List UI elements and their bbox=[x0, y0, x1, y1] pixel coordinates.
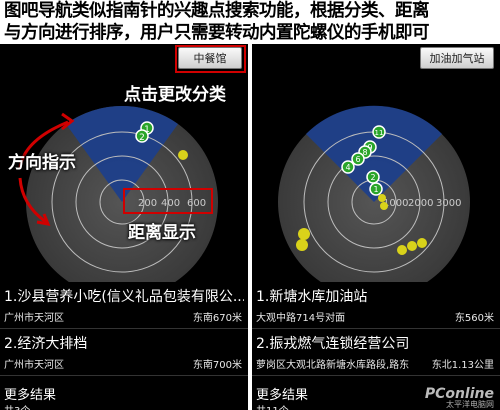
poi-dot[interactable] bbox=[417, 238, 427, 248]
poi-dot[interactable] bbox=[178, 150, 188, 160]
result-item-1[interactable]: 1.新塘水库加油站 大观中路714号对面 东560米 bbox=[252, 282, 500, 329]
result-distance: 东560米 bbox=[454, 313, 494, 324]
result-title: 2.振戎燃气连锁经营公司 bbox=[256, 336, 410, 352]
poi-dot[interactable] bbox=[397, 245, 407, 255]
highlight-category-box bbox=[175, 45, 246, 73]
highlight-distance-box bbox=[123, 188, 213, 214]
poi-dot[interactable] bbox=[380, 202, 388, 210]
poi-marker-11[interactable]: 11 bbox=[372, 125, 386, 139]
result-distance: 东南700米 bbox=[192, 360, 242, 371]
caption: 图吧导航类似指南针的兴趣点搜索功能，根据分类、距离 与方向进行排序，用户只需要转… bbox=[4, 0, 498, 44]
more-results[interactable]: 更多结果 共3个 bbox=[0, 376, 248, 410]
right-phone-screen: 加油加气站 1000 2000 3000 11 9 8 6 4 2 1 1.新塘… bbox=[252, 44, 500, 410]
result-distance: 东北1.13公里 bbox=[431, 360, 494, 371]
result-title: 1.新塘水库加油站 bbox=[256, 289, 368, 305]
more-results-count: 共11个 bbox=[256, 402, 289, 410]
poi-marker-4[interactable]: 4 bbox=[341, 160, 355, 174]
annotation-direction: 方向指示 bbox=[8, 153, 76, 173]
poi-dot[interactable] bbox=[407, 241, 417, 251]
result-title: 2.经济大排档 bbox=[4, 336, 88, 352]
svg-text:6: 6 bbox=[355, 155, 360, 164]
result-title: 1.沙县营养小吃(信义礼品包装有限公... bbox=[4, 289, 244, 305]
poi-marker-2[interactable]: 2 bbox=[135, 129, 149, 143]
svg-text:4: 4 bbox=[345, 163, 350, 172]
result-address: 广州市天河区 bbox=[4, 313, 64, 324]
poi-dot[interactable] bbox=[378, 194, 386, 202]
svg-text:2: 2 bbox=[139, 133, 145, 143]
results-list: 1.沙县营养小吃(信义礼品包装有限公... 广州市天河区 东南670米 2.经济… bbox=[0, 282, 248, 410]
ring-label-2000: 2000 bbox=[408, 198, 433, 209]
watermark-subtitle: 太平洋电脑网 bbox=[446, 400, 494, 409]
ring-label-3000: 3000 bbox=[436, 198, 461, 209]
poi-marker-2[interactable]: 2 bbox=[366, 170, 380, 184]
annotation-distance: 距离显示 bbox=[128, 223, 196, 243]
svg-text:2: 2 bbox=[370, 173, 375, 182]
caption-line-1: 图吧导航类似指南针的兴趣点搜索功能，根据分类、距离 bbox=[4, 1, 430, 21]
result-item-2[interactable]: 2.经济大排档 广州市天河区 东南700米 bbox=[0, 329, 248, 376]
more-results-count: 共3个 bbox=[4, 402, 30, 410]
result-distance: 东南670米 bbox=[192, 313, 242, 324]
result-address: 广州市天河区 bbox=[4, 360, 64, 371]
more-results-label: 更多结果 bbox=[4, 388, 57, 403]
poi-marker-1[interactable]: 1 bbox=[369, 182, 383, 196]
poi-dot[interactable] bbox=[298, 228, 310, 240]
poi-marker-6[interactable]: 6 bbox=[351, 152, 365, 166]
result-address: 大观中路714号对面 bbox=[256, 313, 346, 324]
result-address: 萝岗区大观北路新塘水库路段,路东 bbox=[256, 360, 410, 371]
annotation-change-category: 点击更改分类 bbox=[124, 85, 226, 105]
svg-text:1: 1 bbox=[373, 185, 378, 194]
more-results-label: 更多结果 bbox=[256, 388, 309, 403]
result-item-1[interactable]: 1.沙县营养小吃(信义礼品包装有限公... 广州市天河区 东南670米 bbox=[0, 282, 248, 329]
radar-view[interactable]: 1000 2000 3000 11 9 8 6 4 2 1 bbox=[252, 44, 500, 282]
poi-dot[interactable] bbox=[296, 239, 308, 251]
svg-text:11: 11 bbox=[375, 129, 384, 137]
caption-line-2: 与方向进行排序，用户只需要转动内置陀螺仪的手机即可 bbox=[4, 23, 430, 43]
result-item-2[interactable]: 2.振戎燃气连锁经营公司 萝岗区大观北路新塘水库路段,路东 东北1.13公里 bbox=[252, 329, 500, 376]
